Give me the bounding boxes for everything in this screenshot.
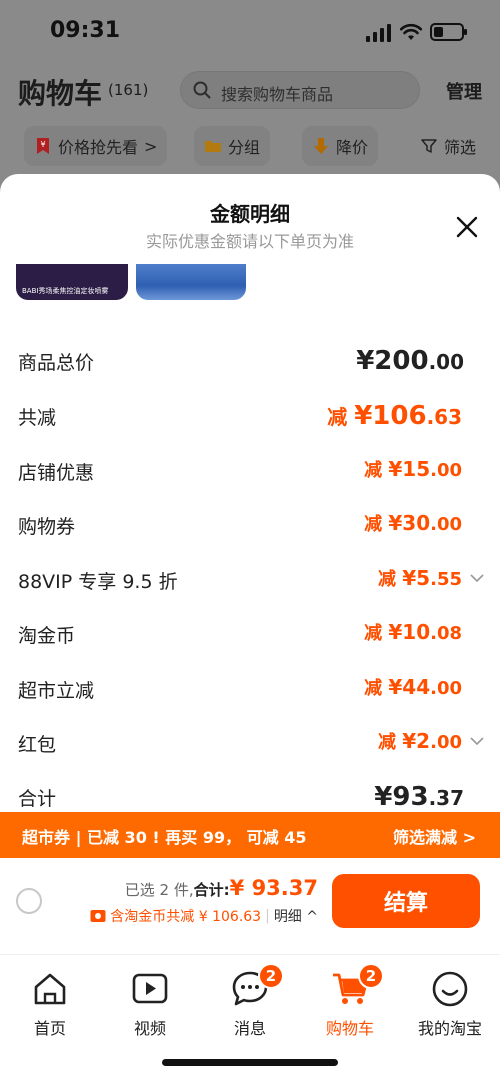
signal-icon [366, 24, 391, 42]
filter-screen[interactable]: 筛选 [416, 126, 480, 166]
row-value: ¥200.00 [356, 346, 464, 376]
close-button[interactable] [452, 212, 482, 242]
detail-row-taojinbi: 淘金币 减 ¥10.08 [18, 613, 484, 653]
detail-row-shop-discount: 店铺优惠 减 ¥15.00 [18, 450, 484, 490]
search-icon [193, 81, 211, 99]
status-bar: 09:31 [0, 0, 500, 64]
filter-bar: ¥ 价格抢先看 > 分组 降价 筛选 [0, 124, 500, 170]
tab-video[interactable]: 视频 [100, 969, 200, 1039]
divider: | [265, 908, 270, 924]
promo-text: 超市券 | 已减 30 ! 再买 99， 可减 45 [22, 828, 307, 847]
chevron-down-icon [470, 737, 484, 746]
folder-icon [205, 141, 221, 152]
search-input[interactable]: 搜索购物车商品 [180, 71, 420, 109]
detail-row-total: 合计 ¥93.37 [18, 776, 484, 816]
row-value: 减 ¥106.63 [327, 401, 462, 431]
row-value: 减 ¥30.00 [364, 511, 462, 535]
profile-icon [432, 971, 468, 1007]
tab-messages[interactable]: 2 消息 [200, 963, 300, 1039]
product-thumbnail: BABI秀场柔焦控油定妆喷雾 [16, 264, 128, 300]
row-label: 店铺优惠 [18, 462, 95, 484]
row-label: 超市立减 [18, 680, 95, 702]
row-label: 共减 [18, 407, 57, 429]
detail-row-red-packet[interactable]: 红包 减 ¥2.00 [18, 722, 484, 762]
checkout-bar: 已选 2 件,合计:¥ 93.37 含淘金币共减 ¥ 106.63 | 明细 ^… [0, 858, 500, 954]
filter-full-discount-link[interactable]: 筛选满减 > [393, 824, 476, 848]
total-amount: ¥ 93.37 [229, 876, 318, 900]
row-value: 减 ¥44.00 [364, 675, 462, 699]
chevron-down-icon [470, 574, 484, 583]
detail-row-shopping-voucher: 购物券 减 ¥30.00 [18, 504, 484, 544]
tab-label: 购物车 [325, 1019, 374, 1038]
detail-row-subtotal: 商品总价 ¥200.00 [18, 340, 484, 380]
select-all-checkbox[interactable] [16, 888, 42, 914]
svg-text:¥: ¥ [40, 140, 45, 149]
row-label: 合计 [18, 788, 57, 810]
tab-label: 消息 [233, 1019, 266, 1038]
wifi-icon [400, 23, 422, 40]
battery-icon [430, 23, 467, 41]
arrow-down-icon [314, 138, 328, 154]
cart-header: 购物车 (161) 搜索购物车商品 管理 [0, 64, 500, 116]
search-placeholder: 搜索购物车商品 [221, 85, 334, 104]
row-value: ¥93.37 [374, 782, 464, 812]
total-label: 合计: [193, 881, 230, 899]
tab-home[interactable]: 首页 [0, 969, 100, 1039]
filter-label: 价格抢先看 [58, 138, 139, 157]
page-title: 购物车 [18, 77, 103, 110]
discount-text: 含淘金币共减 ¥ 106.63 [110, 909, 262, 925]
price-tag-icon: ¥ [37, 138, 49, 154]
filter-label: 分组 [228, 138, 261, 157]
row-label: 商品总价 [18, 352, 95, 374]
filter-label: 降价 [336, 138, 369, 157]
discount-summary[interactable]: 含淘金币共减 ¥ 106.63 | 明细 ^ [90, 906, 318, 926]
tab-label: 我的淘宝 [417, 1019, 482, 1038]
row-label: 红包 [18, 734, 57, 756]
amount-detail-sheet: 金额明细 实际优惠金额请以下单页为准 BABI秀场柔焦控油定妆喷雾 商品总价 ¥… [0, 174, 500, 1083]
row-label: 88VIP 专享 9.5 折 [18, 571, 178, 593]
supermarket-voucher-banner[interactable]: 超市券 | 已减 30 ! 再买 99， 可减 45 筛选满减 > [0, 812, 500, 858]
filter-suffix: > [144, 136, 158, 156]
filter-group[interactable]: 分组 [194, 126, 271, 166]
home-icon [34, 973, 66, 1005]
row-value: 减 ¥2.00 [377, 729, 462, 753]
detail-row-88vip[interactable]: 88VIP 专享 9.5 折 减 ¥5.55 [18, 559, 484, 599]
cart-badge: 2 [358, 963, 384, 989]
row-value: 减 ¥15.00 [364, 457, 462, 481]
thumbnail-caption: BABI秀场柔焦控油定妆喷雾 [22, 287, 109, 295]
row-label: 购物券 [18, 516, 76, 538]
manage-button[interactable]: 管理 [446, 78, 482, 104]
home-indicator[interactable] [162, 1059, 338, 1066]
row-value: 减 ¥5.55 [377, 566, 462, 590]
tab-my-taobao[interactable]: 我的淘宝 [400, 969, 500, 1039]
filter-label: 筛选 [444, 138, 477, 157]
selected-summary: 已选 2 件,合计:¥ 93.37 [125, 876, 318, 900]
selected-count: 已选 2 件, [124, 881, 194, 899]
funnel-icon [421, 139, 437, 153]
detail-toggle[interactable]: 明细 ^ [274, 906, 318, 926]
tab-label: 首页 [33, 1019, 66, 1038]
detail-row-total-discount: 共减 减 ¥106.63 [18, 395, 484, 435]
unread-badge: 2 [258, 963, 284, 989]
checkout-button[interactable]: 结算 [332, 874, 480, 928]
row-label: 淘金币 [18, 625, 76, 647]
cart-count: (161) [108, 81, 149, 99]
detail-row-supermarket: 超市立减 减 ¥44.00 [18, 668, 484, 708]
tab-label: 视频 [133, 1019, 166, 1038]
close-icon [456, 216, 478, 238]
tab-cart[interactable]: 2 购物车 [300, 963, 400, 1039]
filter-price-drop[interactable]: 降价 [302, 126, 379, 166]
video-icon [132, 973, 168, 1004]
row-value: 减 ¥10.08 [364, 620, 462, 644]
product-thumbnail [136, 264, 246, 300]
sheet-title: 金额明细 [210, 202, 290, 226]
coupon-icon [90, 910, 106, 922]
status-time: 09:31 [50, 18, 121, 43]
filter-price-preview[interactable]: ¥ 价格抢先看 > [24, 126, 168, 166]
sheet-subtitle: 实际优惠金额请以下单页为准 [145, 232, 354, 251]
